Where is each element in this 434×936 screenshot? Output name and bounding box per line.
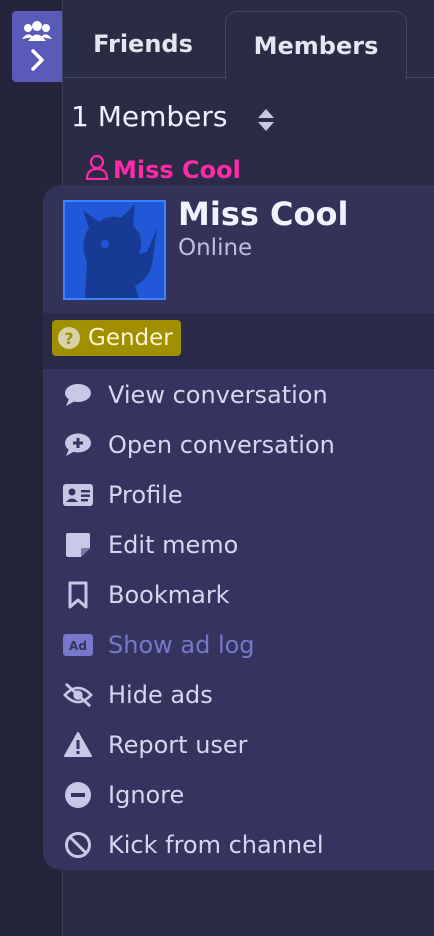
eye-slash-icon bbox=[63, 680, 93, 710]
avatar[interactable] bbox=[63, 200, 166, 300]
users-icon bbox=[22, 19, 52, 49]
menu-hide-ads[interactable]: Hide ads bbox=[43, 670, 434, 720]
menu-open-conversation[interactable]: Open conversation bbox=[43, 420, 434, 470]
sidebar-toggle-button[interactable] bbox=[12, 11, 62, 82]
user-icon bbox=[85, 154, 113, 186]
bookmark-icon bbox=[63, 580, 93, 610]
menu-label: Edit memo bbox=[108, 531, 239, 559]
menu-label: Bookmark bbox=[108, 581, 230, 609]
menu-label: Show ad log bbox=[108, 631, 255, 659]
profile-status: Online bbox=[178, 235, 253, 261]
svg-text:Ad: Ad bbox=[69, 639, 87, 653]
menu-report-user[interactable]: Report user bbox=[43, 720, 434, 770]
ban-icon bbox=[63, 830, 93, 860]
user-card-header: Miss Cool Online bbox=[43, 185, 434, 313]
menu-label: View conversation bbox=[108, 381, 328, 409]
menu-show-ad-log[interactable]: Ad Show ad log bbox=[43, 620, 434, 670]
member-list-item[interactable]: Miss Cool bbox=[85, 154, 241, 186]
members-count-heading: 1 Members bbox=[71, 100, 228, 133]
sort-icon[interactable] bbox=[257, 107, 275, 137]
gender-row: ? Gender bbox=[43, 313, 434, 369]
menu-label: Hide ads bbox=[108, 681, 213, 709]
menu-view-conversation[interactable]: View conversation bbox=[43, 370, 434, 420]
ad-icon: Ad bbox=[63, 630, 93, 660]
warning-icon bbox=[63, 730, 93, 760]
menu-label: Open conversation bbox=[108, 431, 335, 459]
chevron-right-icon bbox=[27, 48, 47, 75]
menu-bookmark[interactable]: Bookmark bbox=[43, 570, 434, 620]
add-conversation-icon bbox=[63, 430, 93, 460]
menu-edit-memo[interactable]: Edit memo bbox=[43, 520, 434, 570]
menu-profile[interactable]: Profile bbox=[43, 470, 434, 520]
menu-ignore[interactable]: Ignore bbox=[43, 770, 434, 820]
gender-label: Gender bbox=[88, 325, 173, 351]
question-icon: ? bbox=[58, 327, 80, 349]
id-card-icon bbox=[63, 480, 93, 510]
menu-label: Kick from channel bbox=[108, 831, 324, 859]
menu-kick-from-channel[interactable]: Kick from channel bbox=[43, 820, 434, 870]
minus-circle-icon bbox=[63, 780, 93, 810]
sticky-note-icon bbox=[63, 530, 93, 560]
speech-bubble-icon bbox=[63, 380, 93, 410]
gender-badge: ? Gender bbox=[52, 320, 181, 356]
member-name: Miss Cool bbox=[113, 156, 241, 184]
tab-friends[interactable]: Friends bbox=[81, 11, 205, 77]
menu-label: Ignore bbox=[108, 781, 185, 809]
menu-label: Report user bbox=[108, 731, 248, 759]
profile-name: Miss Cool bbox=[178, 195, 349, 233]
menu-label: Profile bbox=[108, 481, 183, 509]
user-context-menu: Miss Cool Online ? Gender View conversat… bbox=[43, 185, 434, 870]
tab-members[interactable]: Members bbox=[225, 11, 407, 79]
